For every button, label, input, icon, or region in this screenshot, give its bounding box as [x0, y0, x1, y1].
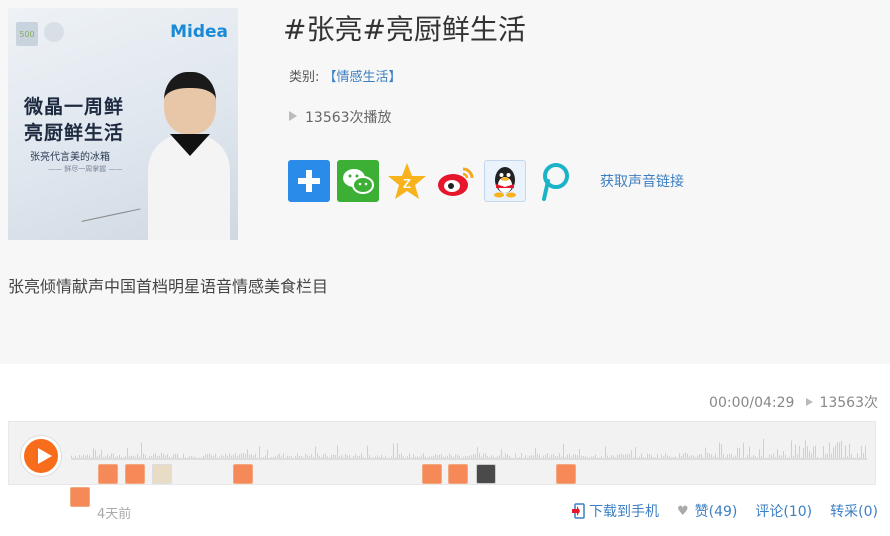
player-play-count: 13563次 — [819, 395, 878, 411]
phone-download-icon — [572, 503, 585, 519]
time-display: 00:00/04:29 — [709, 395, 795, 411]
play-triangle-icon — [806, 398, 814, 406]
cover-slogan-2: 亮厨鲜生活 — [24, 122, 125, 144]
svg-text:Z: Z — [403, 176, 411, 191]
download-label: 下载到手机 — [589, 504, 659, 520]
comment-avatar[interactable] — [233, 464, 253, 484]
comment-avatar[interactable] — [476, 464, 496, 484]
comment-avatar[interactable] — [448, 464, 468, 484]
category-link[interactable]: 【情感生活】 — [324, 70, 402, 85]
audio-player — [8, 421, 876, 485]
signature — [75, 180, 141, 222]
waveform[interactable] — [71, 430, 867, 460]
like-button[interactable]: ♥ 赞(49) — [677, 501, 737, 521]
weibo-icon[interactable] — [435, 160, 477, 202]
play-count-row: 13563次播放 — [289, 107, 392, 127]
comment-avatar[interactable] — [556, 464, 576, 484]
pengyou-icon[interactable] — [533, 160, 575, 202]
brand-badge: 500 — [16, 22, 38, 46]
comment-avatar[interactable] — [98, 464, 118, 484]
repost-label: 转采(0) — [830, 504, 878, 520]
plus-share-icon[interactable] — [288, 160, 330, 202]
track-title: #张亮#亮厨鲜生活 — [283, 13, 526, 46]
wechat-icon[interactable] — [337, 160, 379, 202]
comment-avatar-track — [9, 462, 877, 484]
brand-logo: Midea — [170, 22, 228, 42]
comment-avatar[interactable] — [125, 464, 145, 484]
cover-slogan-1: 微晶一周鲜 — [24, 96, 125, 118]
qq-icon[interactable] — [484, 160, 526, 202]
download-button[interactable]: 下载到手机 — [571, 501, 659, 521]
like-label: 赞(49) — [694, 504, 738, 520]
cover-image: 500 Midea 微晶一周鲜 亮厨鲜生活 张亮代言美的冰箱 —— 鲜尽一周掌握… — [8, 8, 238, 240]
heart-icon: ♥ — [677, 503, 689, 519]
waveform-baseline — [71, 458, 867, 460]
cover-slogan-4: —— 鲜尽一周掌握 —— — [48, 165, 123, 173]
repost-button[interactable]: 转采(0) — [830, 501, 878, 521]
comment-label: 评论(10) — [755, 504, 813, 520]
comment-avatar[interactable] — [422, 464, 442, 484]
cover-slogan-3: 张亮代言美的冰箱 — [30, 152, 110, 163]
comment-button[interactable]: 评论(10) — [755, 501, 812, 521]
qzone-icon[interactable]: Z — [386, 160, 428, 202]
category-row: 类别: 【情感生活】 — [289, 66, 402, 85]
play-triangle-icon — [289, 111, 297, 121]
track-description: 张亮倾情献声中国首档明星语音情感美食栏目 — [8, 277, 329, 296]
action-bar: 下载到手机 ♥ 赞(49) 评论(10) 转采(0) — [553, 501, 878, 521]
category-label: 类别: — [289, 70, 320, 85]
share-bar: Z 获取声音链接 — [288, 160, 684, 202]
user-avatar[interactable] — [70, 487, 90, 507]
brand-emblem — [44, 22, 64, 42]
time-row: 00:00/04:29 13563次 — [709, 392, 878, 412]
waveform-bar — [763, 438, 764, 460]
cover-person — [148, 72, 230, 240]
get-audio-link[interactable]: 获取声音链接 — [600, 171, 684, 191]
posted-time: 4天前 — [97, 507, 132, 522]
comment-avatar[interactable] — [152, 464, 172, 484]
play-count: 13563次播放 — [305, 110, 392, 126]
